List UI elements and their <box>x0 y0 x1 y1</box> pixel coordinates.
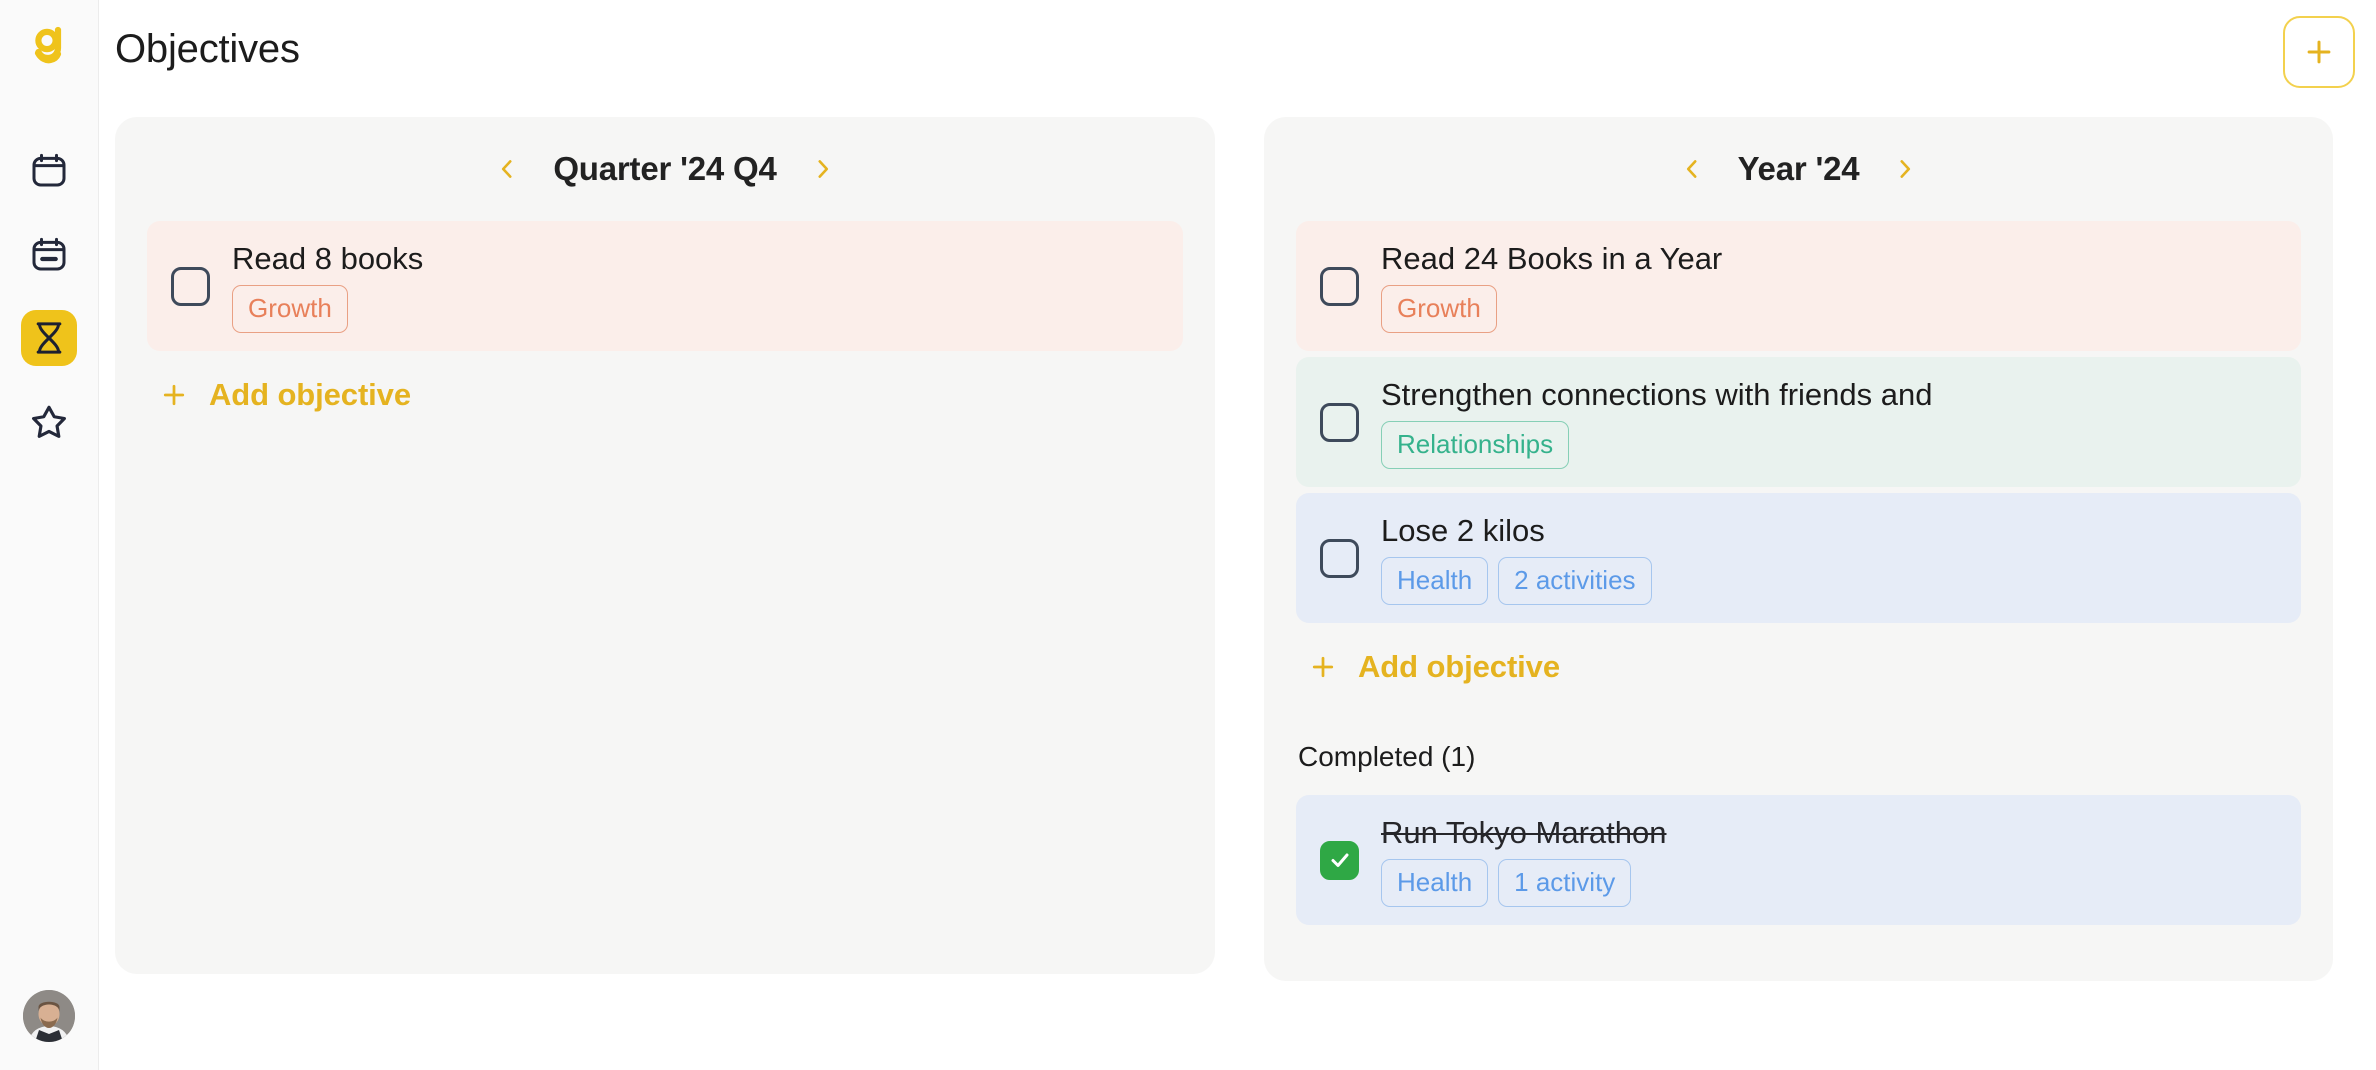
objective-title: Run Tokyo Marathon <box>1381 813 1666 853</box>
objective-body: Run Tokyo Marathon Health1 activity <box>1381 813 1666 907</box>
category-tag[interactable]: Health <box>1381 557 1488 605</box>
sidebar-item-favorites[interactable] <box>21 394 77 450</box>
plus-icon <box>159 380 189 410</box>
objective-tags: Growth <box>1381 285 1722 333</box>
category-tag[interactable]: Health <box>1381 859 1488 907</box>
completed-objective-list: Run Tokyo Marathon Health1 activity <box>1296 795 2301 925</box>
chevron-right-icon <box>1892 156 1918 182</box>
objective-title: Lose 2 kilos <box>1381 511 1652 551</box>
objective-row[interactable]: Read 8 books Growth <box>147 221 1183 351</box>
objective-checkbox[interactable] <box>1320 539 1359 578</box>
category-tag[interactable]: Growth <box>1381 285 1497 333</box>
period-prev-button[interactable] <box>485 147 529 191</box>
star-icon <box>28 401 70 443</box>
objective-row[interactable]: Strengthen connections with friends and R… <box>1296 357 2301 487</box>
objective-body: Read 24 Books in a Year Growth <box>1381 239 1722 333</box>
chevron-right-icon <box>810 156 836 182</box>
sidebar-item-objectives[interactable] <box>21 310 77 366</box>
plus-icon <box>1308 652 1338 682</box>
add-objective-label: Add objective <box>209 377 411 413</box>
activity-count-badge[interactable]: 2 activities <box>1498 557 1651 605</box>
period-next-button[interactable] <box>1883 147 1927 191</box>
hourglass-icon <box>29 318 69 358</box>
objective-row[interactable]: Run Tokyo Marathon Health1 activity <box>1296 795 2301 925</box>
objective-list: Read 24 Books in a Year Growth Strengthen … <box>1296 221 2301 623</box>
category-tag[interactable]: Relationships <box>1381 421 1569 469</box>
objectives-board-quarter: Quarter '24 Q4 Read 8 books Growth Add obje… <box>115 117 1215 974</box>
avatar-image <box>23 990 75 1042</box>
objective-body: Lose 2 kilos Health2 activities <box>1381 511 1652 605</box>
add-objective-top-button[interactable] <box>2283 16 2355 88</box>
activity-count-badge[interactable]: 1 activity <box>1498 859 1631 907</box>
objective-title: Read 24 Books in a Year <box>1381 239 1722 279</box>
objective-tags: Health1 activity <box>1381 859 1666 907</box>
board-period-title: Quarter '24 Q4 <box>529 150 800 188</box>
calendar-icon <box>29 150 69 190</box>
add-objective-button[interactable]: Add objective <box>1296 623 1566 711</box>
objective-row[interactable]: Lose 2 kilos Health2 activities <box>1296 493 2301 623</box>
chevron-left-icon <box>494 156 520 182</box>
objective-checkbox[interactable] <box>1320 841 1359 880</box>
brand-logo[interactable] <box>18 14 80 76</box>
objective-body: Read 8 books Growth <box>232 239 423 333</box>
objective-list: Read 8 books Growth <box>147 221 1183 351</box>
chevron-left-icon <box>1679 156 1705 182</box>
objective-body: Strengthen connections with friends and R… <box>1381 375 1932 469</box>
period-prev-button[interactable] <box>1670 147 1714 191</box>
sidebar <box>0 0 99 1070</box>
completed-section-header: Completed (1) <box>1296 711 2301 795</box>
objective-checkbox[interactable] <box>1320 403 1359 442</box>
objective-row[interactable]: Read 24 Books in a Year Growth <box>1296 221 2301 351</box>
g-logo-icon <box>27 23 71 67</box>
main-content: Objectives Quarter '24 Q4 Read 8 books Gro… <box>99 0 2376 1070</box>
board-header: Year '24 <box>1296 117 2301 221</box>
objective-tags: Relationships <box>1381 421 1932 469</box>
period-next-button[interactable] <box>801 147 845 191</box>
add-objective-button[interactable]: Add objective <box>147 351 417 439</box>
objective-checkbox[interactable] <box>1320 267 1359 306</box>
objective-tags: Growth <box>232 285 423 333</box>
page-title: Objectives <box>115 23 300 75</box>
sidebar-item-calendar[interactable] <box>21 142 77 198</box>
add-objective-label: Add objective <box>1358 649 1560 685</box>
board-period-title: Year '24 <box>1714 150 1884 188</box>
objective-title: Strengthen connections with friends and <box>1381 375 1932 415</box>
avatar[interactable] <box>23 990 75 1042</box>
category-tag[interactable]: Growth <box>232 285 348 333</box>
board-header: Quarter '24 Q4 <box>147 117 1183 221</box>
objectives-board-year: Year '24 Read 24 Books in a Year Growth Str… <box>1264 117 2333 981</box>
plus-icon <box>2302 35 2336 69</box>
check-icon <box>1328 848 1352 872</box>
boards-container: Quarter '24 Q4 Read 8 books Growth Add obje… <box>115 117 2360 981</box>
calendar-list-icon <box>29 234 69 274</box>
objective-tags: Health2 activities <box>1381 557 1652 605</box>
sidebar-nav <box>21 142 77 450</box>
app-root: Objectives Quarter '24 Q4 Read 8 books Gro… <box>0 0 2376 1070</box>
objective-title: Read 8 books <box>232 239 423 279</box>
sidebar-item-agenda[interactable] <box>21 226 77 282</box>
objective-checkbox[interactable] <box>171 267 210 306</box>
